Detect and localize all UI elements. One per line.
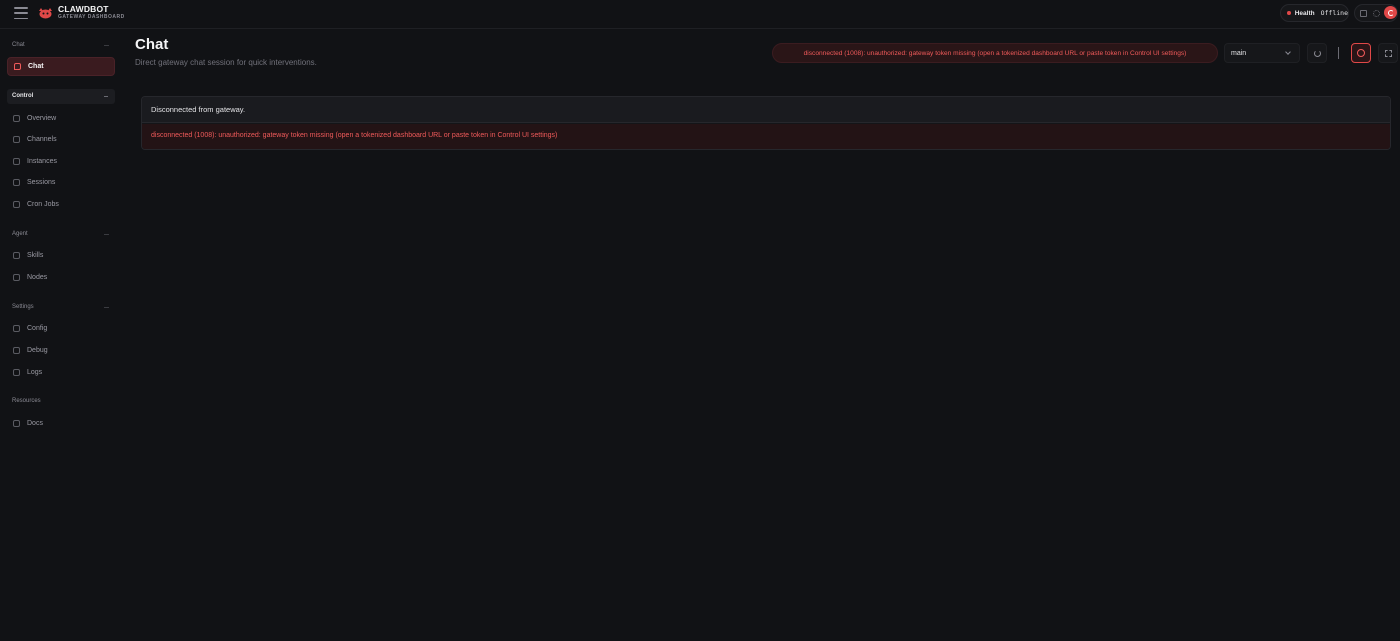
- theme-mode-button[interactable]: [1384, 6, 1397, 19]
- sidebar-item-nodes[interactable]: Nodes: [7, 268, 115, 287]
- link-icon: [13, 136, 20, 143]
- chat-status-text: Disconnected from gateway.: [151, 105, 246, 114]
- refresh-button[interactable]: [1307, 43, 1327, 63]
- sidebar-item-config[interactable]: Config: [7, 319, 115, 338]
- sidebar-item-label: Config: [27, 325, 48, 332]
- logo-icon: [39, 8, 52, 19]
- section-label-agent[interactable]: Agent: [12, 231, 28, 237]
- sidebar-item-skills[interactable]: Skills: [7, 246, 115, 265]
- chevron-down-icon: [104, 96, 108, 97]
- sidebar-item-logs[interactable]: Logs: [7, 363, 115, 382]
- sidebar-item-label: Docs: [27, 420, 43, 427]
- sidebar-item-label: Logs: [27, 369, 43, 376]
- chevron-down-icon[interactable]: [104, 234, 109, 235]
- sidebar-item-label: Channels: [27, 136, 57, 143]
- sidebar-item-sessions[interactable]: Sessions: [7, 173, 115, 192]
- zap-icon: [13, 252, 20, 259]
- monitor-icon[interactable]: [1360, 10, 1367, 17]
- health-value: Offline: [1320, 9, 1348, 17]
- chat-error-banner: disconnected (1008): unauthorized: gatew…: [142, 124, 1390, 149]
- sidebar-item-instances[interactable]: Instances: [7, 152, 115, 171]
- sidebar-item-label: Cron Jobs: [27, 201, 59, 208]
- brand: CLAWDBOT GATEWAY DASHBOARD: [58, 4, 125, 21]
- sidebar-item-label: Instances: [27, 158, 57, 165]
- message-icon: [14, 63, 21, 70]
- section-header-control[interactable]: Control: [7, 89, 115, 104]
- sidebar-item-label: Skills: [27, 252, 44, 259]
- chat-panel: Disconnected from gateway. disconnected …: [141, 96, 1391, 150]
- session-select[interactable]: main: [1224, 43, 1300, 63]
- sidebar-item-channels[interactable]: Channels: [7, 130, 115, 149]
- focus-mode-button[interactable]: [1378, 43, 1398, 63]
- file-icon: [13, 179, 20, 186]
- sidebar-item-overview[interactable]: Overview: [7, 109, 115, 128]
- monitor-icon: [13, 274, 20, 281]
- sidebar-item-cron-jobs[interactable]: Cron Jobs: [7, 195, 115, 214]
- chat-status-banner: Disconnected from gateway.: [142, 97, 1390, 123]
- moon-icon: [1387, 9, 1394, 16]
- health-label: Health: [1294, 9, 1315, 17]
- sidebar-item-chat[interactable]: Chat: [7, 57, 115, 76]
- settings-icon: [13, 325, 20, 332]
- focus-icon: [1385, 50, 1392, 57]
- chat-error-text: disconnected (1008): unauthorized: gatew…: [151, 132, 558, 139]
- sidebar: Chat Chat Control Overview Channels Inst…: [0, 30, 120, 641]
- sidebar-item-debug[interactable]: Debug: [7, 341, 115, 360]
- brain-icon: [1357, 49, 1365, 57]
- section-label-chat[interactable]: Chat: [12, 42, 25, 48]
- bug-icon: [13, 347, 20, 354]
- health-status-pill: Health Offline: [1280, 4, 1349, 22]
- radio-icon: [13, 158, 20, 165]
- sidebar-item-label: Nodes: [27, 274, 48, 281]
- session-select-value: main: [1231, 50, 1247, 57]
- sun-icon[interactable]: [1373, 10, 1380, 17]
- page-title: Chat: [135, 36, 169, 53]
- chevron-down-icon[interactable]: [104, 45, 109, 46]
- refresh-icon: [1314, 50, 1321, 57]
- chevron-down-icon: [1285, 49, 1291, 55]
- toolbar-divider: [1338, 47, 1339, 59]
- top-bar: CLAWDBOT GATEWAY DASHBOARD Health Offlin…: [0, 0, 1400, 29]
- section-label-control: Control: [12, 93, 34, 99]
- brand-subtitle: GATEWAY DASHBOARD: [58, 14, 125, 20]
- sidebar-item-label: Debug: [27, 347, 48, 354]
- menu-toggle-icon[interactable]: [14, 7, 28, 19]
- section-label-resources[interactable]: Resources: [12, 398, 41, 404]
- connection-error-pill: disconnected (1008): unauthorized: gatew…: [772, 43, 1218, 63]
- sidebar-item-label: Sessions: [27, 179, 56, 186]
- clock-icon: [13, 201, 20, 208]
- page-subtitle: Direct gateway chat session for quick in…: [135, 58, 317, 67]
- scroll-icon: [13, 369, 20, 376]
- sidebar-item-label: Chat: [28, 63, 44, 70]
- sidebar-item-docs[interactable]: Docs: [7, 414, 115, 433]
- section-label-settings[interactable]: Settings: [12, 304, 34, 310]
- sidebar-item-label: Overview: [27, 115, 57, 122]
- bar-chart-icon: [13, 115, 20, 122]
- chevron-down-icon[interactable]: [104, 307, 109, 308]
- thinking-toggle-button[interactable]: [1351, 43, 1371, 63]
- book-icon: [13, 420, 20, 427]
- brand-title: CLAWDBOT: [58, 4, 109, 14]
- status-dot-icon: [1287, 11, 1291, 15]
